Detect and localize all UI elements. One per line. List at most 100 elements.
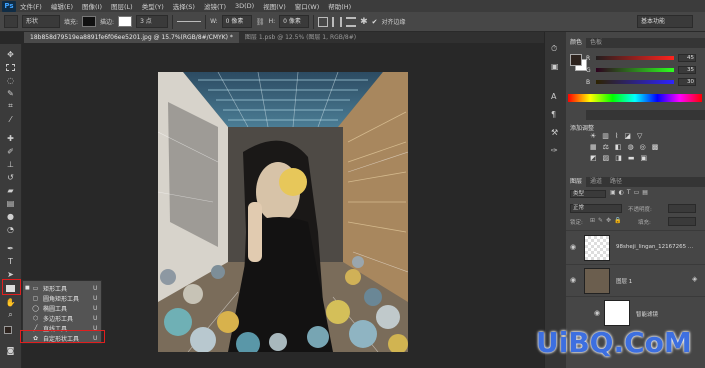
tab-document-1[interactable]: 18b858d79519ea8891fe6f06ee5201.jpg @ 15.… [24, 32, 239, 43]
menu-edit[interactable]: 编辑(E) [51, 1, 73, 11]
hue-saturation-icon[interactable]: ▦ [590, 143, 597, 151]
paragraph-icon[interactable]: ¶ [551, 110, 556, 119]
canvas-image[interactable] [158, 72, 408, 352]
eye-icon[interactable]: ◉ [570, 276, 576, 284]
marquee-tool-icon[interactable] [4, 61, 17, 73]
brightness-icon[interactable]: ☀ [590, 132, 596, 140]
red-value-field[interactable]: 45 [678, 54, 696, 62]
blue-channel-slider[interactable]: B 30 [586, 78, 700, 86]
menu-file[interactable]: 文件(F) [20, 1, 42, 11]
photo-filter-icon[interactable]: ◍ [628, 143, 634, 151]
tool-presets-icon[interactable]: ⚒ [551, 128, 558, 137]
link-icon[interactable]: ⛓ [256, 18, 265, 26]
gradient-tool-icon[interactable]: ▤ [4, 197, 17, 209]
posterize-icon[interactable]: ▨ [603, 154, 610, 162]
layer-kind-filter[interactable]: 类型 [570, 190, 606, 198]
lock-icons[interactable]: ⊞✎✥🔒 [590, 217, 625, 224]
type-tool-icon[interactable]: T [4, 255, 17, 267]
tab-layers[interactable]: 图层 [566, 177, 587, 187]
workspace-select[interactable]: 基本功能 [637, 15, 693, 28]
foreground-color-swatch[interactable] [570, 54, 582, 66]
zoom-tool-icon[interactable]: ⌕ [4, 309, 17, 321]
levels-icon[interactable]: ▥ [602, 132, 609, 140]
color-swatches-icon[interactable] [4, 326, 17, 338]
menu-view[interactable]: 视图(V) [263, 1, 286, 11]
fill-swatch[interactable] [82, 16, 97, 27]
tab-channels[interactable]: 通道 [586, 177, 606, 187]
black-white-icon[interactable]: ◧ [615, 143, 622, 151]
height-field[interactable]: 0 像素 [279, 15, 310, 28]
eraser-tool-icon[interactable]: ▰ [4, 184, 17, 196]
history-brush-tool-icon[interactable]: ↺ [4, 171, 17, 183]
threshold-icon[interactable]: ◨ [615, 154, 622, 162]
gear-icon[interactable]: ✱ [360, 17, 368, 27]
quick-select-tool-icon[interactable]: ✎ [4, 87, 17, 99]
width-field[interactable]: 0 像素 [221, 15, 252, 28]
blue-track[interactable] [596, 80, 674, 84]
red-track[interactable] [596, 56, 674, 60]
tab-adjustments[interactable] [566, 110, 586, 120]
gradient-map-icon[interactable]: ▬ [628, 154, 635, 162]
color-balance-icon[interactable]: ⚖ [603, 143, 609, 151]
stroke-swatch[interactable] [118, 16, 133, 27]
menu-image[interactable]: 图像(I) [82, 1, 102, 11]
tab-paths[interactable]: 路径 [606, 177, 626, 187]
vibrance-icon[interactable]: ▽ [637, 132, 642, 140]
healing-brush-tool-icon[interactable]: ✚ [4, 132, 17, 144]
crop-tool-icon[interactable]: ⌗ [4, 100, 17, 112]
channel-mixer-icon[interactable]: ◎ [640, 143, 646, 151]
menu-layer[interactable]: 图层(L) [111, 1, 133, 11]
tool-preset-icon[interactable] [4, 15, 18, 28]
path-operations-icon[interactable] [318, 16, 329, 27]
properties-icon[interactable]: ▣ [551, 62, 559, 71]
path-alignment-icon[interactable] [332, 16, 343, 27]
hand-tool-icon[interactable]: ✋ [4, 296, 17, 308]
green-value-field[interactable]: 35 [678, 66, 696, 74]
pen-tool-icon[interactable]: ✒ [4, 242, 17, 254]
blend-mode-select[interactable]: 正常 [570, 204, 622, 213]
align-edges-checkbox[interactable]: ✔ [372, 18, 378, 26]
layer-row-1[interactable]: ◉ 98sheji_lingan_12167265 ... [566, 230, 705, 264]
green-channel-slider[interactable]: G 35 [586, 66, 700, 74]
eyedropper-tool-icon[interactable]: ⁄ [4, 113, 17, 125]
brush-presets-icon[interactable]: ✑ [551, 146, 558, 155]
flyout-item-ellipse[interactable]: ◯ 椭圆工具 U [23, 303, 103, 313]
stroke-type-select[interactable] [177, 21, 202, 22]
color-spectrum-bar[interactable] [568, 94, 702, 102]
flyout-item-rectangle[interactable]: ■ ▭ 矩形工具 U [23, 283, 103, 293]
blue-value-field[interactable]: 30 [678, 78, 696, 86]
menu-select[interactable]: 选择(S) [173, 1, 195, 11]
eye-icon[interactable]: ◉ [594, 309, 600, 317]
stroke-size-field[interactable]: 3 点 [136, 15, 169, 28]
invert-icon[interactable]: ◩ [590, 154, 597, 162]
lasso-tool-icon[interactable]: ◌ [4, 74, 17, 86]
move-tool-icon[interactable]: ✥ [4, 48, 17, 60]
tab-document-2[interactable]: 图层 1.psb @ 12.5% (图层 1, RGB/8#) [239, 32, 362, 43]
dodge-tool-icon[interactable]: ◔ [4, 223, 17, 235]
history-icon[interactable]: ⏱ [551, 44, 557, 54]
character-icon[interactable]: A [551, 92, 556, 101]
curves-icon[interactable]: ⌇ [615, 132, 618, 140]
menu-window[interactable]: 窗口(W) [295, 1, 320, 11]
menu-3d[interactable]: 3D(D) [235, 2, 254, 10]
menu-filter[interactable]: 滤镜(T) [204, 1, 226, 11]
layer-row-3[interactable]: ◉ 智能滤镜 [566, 296, 705, 330]
menu-help[interactable]: 帮助(H) [328, 1, 351, 11]
opacity-field[interactable] [668, 204, 696, 213]
shape-mode-select[interactable]: 形状 [22, 15, 60, 28]
brush-tool-icon[interactable]: ✐ [4, 145, 17, 157]
path-arrangement-icon[interactable] [346, 16, 357, 27]
flyout-item-polygon[interactable]: ⬡ 多边形工具 U [23, 313, 103, 323]
layer-row-2[interactable]: ◉ 图层 1 ◈ [566, 264, 705, 296]
blur-tool-icon[interactable]: ● [4, 210, 17, 222]
flyout-item-rounded-rectangle[interactable]: ▢ 圆角矩形工具 U [23, 293, 103, 303]
clone-stamp-tool-icon[interactable]: ⊥ [4, 158, 17, 170]
exposure-icon[interactable]: ◪ [624, 132, 631, 140]
red-channel-slider[interactable]: R 45 [586, 54, 700, 62]
tab-swatches[interactable]: 色板 [586, 38, 606, 48]
quick-mask-icon[interactable]: ◙ [4, 344, 17, 356]
tab-color[interactable]: 颜色 [566, 38, 587, 48]
menu-type[interactable]: 类型(Y) [142, 1, 164, 11]
color-lookup-icon[interactable]: ▩ [652, 143, 659, 151]
fill-field[interactable] [668, 217, 696, 226]
